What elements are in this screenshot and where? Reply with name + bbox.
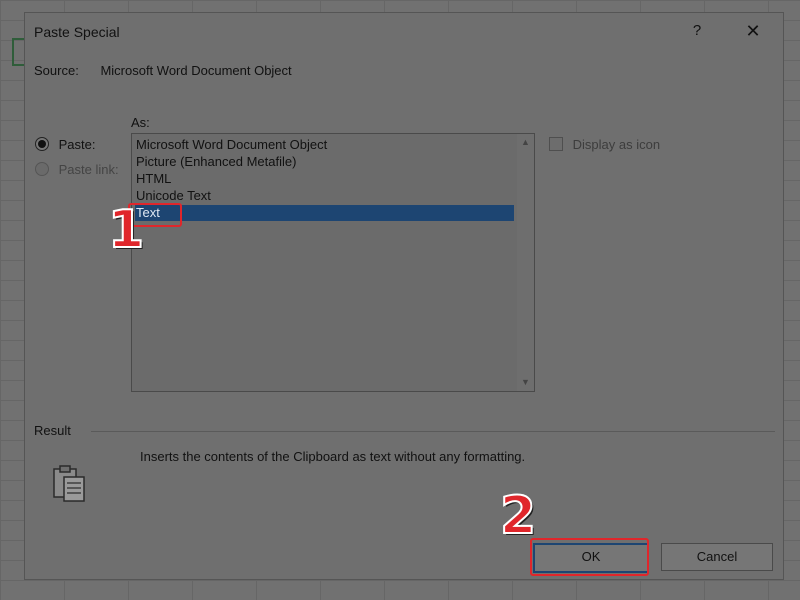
list-item[interactable]: Microsoft Word Document Object xyxy=(135,137,514,153)
display-as-icon-checkbox xyxy=(549,137,563,151)
dialog-title: Paste Special xyxy=(34,24,120,40)
clipboard-icon xyxy=(53,465,85,502)
display-as-icon-option: Display as icon xyxy=(549,137,660,152)
paste-label[interactable]: Paste: xyxy=(59,137,96,152)
source-label: Source: xyxy=(34,63,79,78)
list-item[interactable]: Unicode Text xyxy=(135,188,514,204)
help-button[interactable]: ? xyxy=(685,19,709,43)
cancel-button[interactable]: Cancel xyxy=(661,543,773,571)
scroll-up-icon[interactable]: ▲ xyxy=(517,134,534,151)
paste-radio[interactable] xyxy=(35,137,49,151)
source-row: Source: Microsoft Word Document Object xyxy=(34,63,292,78)
paste-link-label: Paste link: xyxy=(58,162,119,177)
list-item[interactable]: HTML xyxy=(135,171,514,187)
result-divider xyxy=(91,431,775,432)
list-item[interactable]: Picture (Enhanced Metafile) xyxy=(135,154,514,170)
highlight-ok-button xyxy=(530,538,649,576)
paste-link-radio xyxy=(35,162,49,176)
step-2-marker: 2 xyxy=(499,485,537,547)
paste-link-option: Paste link: xyxy=(35,162,119,177)
display-as-icon-label: Display as icon xyxy=(572,137,661,152)
paste-special-dialog: Paste Special ? ✕ Source: Microsoft Word… xyxy=(24,12,784,580)
result-description: Inserts the contents of the Clipboard as… xyxy=(140,449,526,464)
dialog-titlebar: Paste Special ? ✕ xyxy=(25,13,783,49)
close-button[interactable]: ✕ xyxy=(739,19,767,43)
listbox-scrollbar[interactable]: ▲ ▼ xyxy=(517,134,534,391)
as-listbox[interactable]: Microsoft Word Document Object Picture (… xyxy=(131,133,535,392)
as-label: As: xyxy=(131,115,150,130)
step-1-marker: 1 xyxy=(107,199,145,261)
paste-option[interactable]: Paste: xyxy=(35,137,95,152)
list-item-selected[interactable]: Text xyxy=(135,205,514,221)
result-label: Result xyxy=(34,423,71,438)
scroll-down-icon[interactable]: ▼ xyxy=(517,374,534,391)
source-value: Microsoft Word Document Object xyxy=(100,63,292,78)
